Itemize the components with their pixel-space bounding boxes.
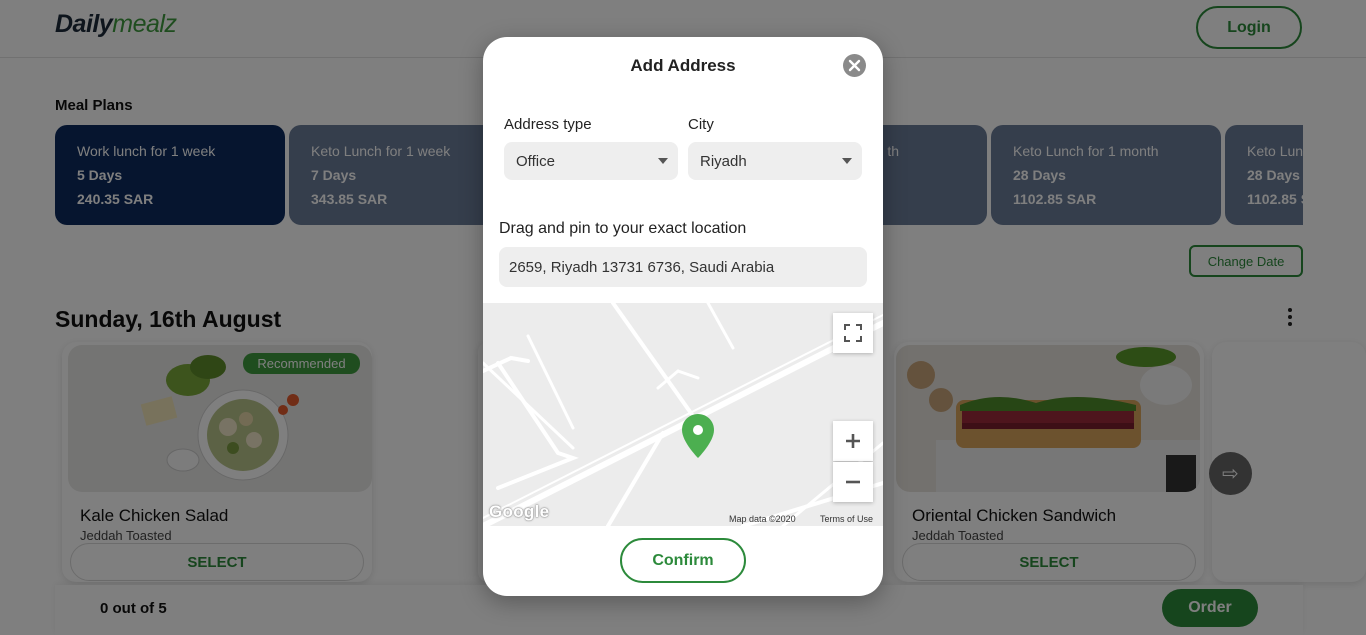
close-icon[interactable] [843, 54, 866, 77]
location-pin-icon[interactable] [682, 414, 714, 458]
add-address-modal: Add Address Address type Office City Riy… [483, 37, 883, 596]
address-input[interactable] [499, 247, 867, 287]
city-select[interactable]: Riyadh [688, 142, 862, 180]
terms-of-use-link[interactable]: Terms of Use [820, 514, 873, 524]
zoom-in-icon[interactable] [833, 421, 873, 461]
address-type-select[interactable]: Office [504, 142, 678, 180]
pin-instruction: Drag and pin to your exact location [499, 220, 747, 237]
fullscreen-icon[interactable] [833, 313, 873, 353]
address-type-label: Address type [504, 116, 592, 133]
modal-title: Add Address [630, 56, 736, 75]
map-data-text: Map data ©2020 [729, 514, 796, 524]
chevron-down-icon [842, 158, 852, 164]
google-logo: Google [489, 502, 550, 521]
confirm-button[interactable]: Confirm [620, 538, 746, 583]
city-value: Riyadh [700, 152, 747, 170]
city-label: City [688, 116, 714, 133]
address-type-value: Office [516, 152, 555, 170]
zoom-out-icon[interactable] [833, 462, 873, 502]
chevron-down-icon [658, 158, 668, 164]
